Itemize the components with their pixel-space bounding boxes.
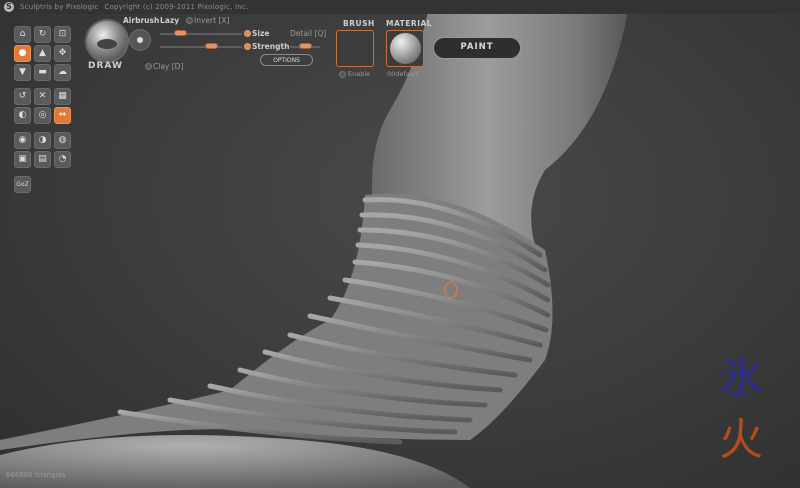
tool-icon-6-2[interactable]: ◔	[54, 151, 71, 168]
brush-name-label: DRAW	[88, 61, 123, 71]
tool-icon-4-0[interactable]: ◐	[14, 107, 31, 124]
copyright-text: Copyright (c) 2009-2011 Pixologic, Inc.	[104, 3, 249, 11]
strength-slider-track[interactable]	[160, 46, 242, 48]
tool-icon-2-2[interactable]: ☁	[54, 64, 71, 81]
detail-label: Detail [Q]	[290, 29, 327, 38]
tool-icon-0-2[interactable]: ⊡	[54, 26, 71, 43]
clay-label: Clay [D]	[153, 62, 184, 71]
invert-checkbox[interactable]	[186, 17, 193, 24]
stroke-type-button[interactable]	[129, 29, 151, 51]
brush-preview[interactable]	[85, 19, 129, 63]
brush-panel-title: BRUSH	[343, 19, 375, 28]
invert-label: Invert [X]	[194, 16, 230, 25]
tool-icon-6-0[interactable]: ▣	[14, 151, 31, 168]
tool-icon-2-0[interactable]: ▼	[14, 64, 31, 81]
detail-slider-knob[interactable]	[298, 43, 312, 49]
fire-glyph: 火	[719, 414, 763, 465]
tool-icon-5-2[interactable]: ◍	[54, 132, 71, 149]
goz-button[interactable]: GoZ	[14, 176, 31, 193]
material-slot[interactable]	[386, 30, 424, 67]
strength-label: Strength	[252, 42, 290, 51]
paint-mode-button[interactable]: PAINT	[433, 37, 521, 59]
lazy-toggle[interactable]: Lazy	[160, 16, 179, 25]
symmetry-toggle-icon[interactable]: ⇔	[54, 107, 71, 124]
size-slider-track[interactable]	[160, 33, 242, 35]
material-name-label: 00default	[387, 70, 419, 78]
tool-icon-1-2[interactable]: ✥	[54, 45, 71, 62]
size-slider-knob[interactable]	[173, 30, 187, 36]
clay-checkbox[interactable]	[145, 63, 152, 70]
tool-icon-4-1[interactable]: ◎	[34, 107, 51, 124]
tool-icon-0-1[interactable]: ↻	[34, 26, 51, 43]
draw-tool-icon[interactable]: ●	[14, 45, 31, 62]
material-panel-title: MATERIAL	[386, 19, 433, 28]
sculptris-window: S Sculptris by Pixologic Copyright (c) 2…	[0, 0, 800, 488]
material-preview-sphere	[390, 33, 421, 64]
tool-icon-6-1[interactable]: ▤	[34, 151, 51, 168]
size-label: Size	[252, 29, 270, 38]
tool-icon-3-1[interactable]: ✕	[34, 88, 51, 105]
tool-icon-2-1[interactable]: ▬	[34, 64, 51, 81]
sculptris-logo-icon: S	[4, 2, 14, 12]
ice-fire-emblem: 氷 火	[719, 352, 763, 465]
tool-icon-0-0[interactable]: ⌂	[14, 26, 31, 43]
ice-glyph: 氷	[719, 352, 763, 403]
app-title: Sculptris by Pixologic	[20, 3, 99, 11]
title-bar: S Sculptris by Pixologic Copyright (c) 2…	[0, 0, 800, 14]
brush-texture-slot[interactable]	[336, 30, 374, 67]
strength-slider-knob[interactable]	[204, 43, 218, 49]
size-dot	[244, 30, 251, 37]
tool-icon-5-0[interactable]: ◉	[14, 132, 31, 149]
triangle-count: 666666 triangles	[6, 471, 66, 479]
strength-dot	[244, 43, 251, 50]
tool-icon-5-1[interactable]: ◑	[34, 132, 51, 149]
brush-enable-label: Enable	[348, 70, 371, 78]
options-button[interactable]: OPTIONS	[260, 54, 313, 66]
airbrush-toggle[interactable]: Airbrush	[123, 16, 159, 25]
brush-enable-checkbox[interactable]	[339, 71, 346, 78]
tool-icon-3-0[interactable]: ↺	[14, 88, 31, 105]
tool-icon-1-1[interactable]: ▲	[34, 45, 51, 62]
tool-icon-3-2[interactable]: ▦	[54, 88, 71, 105]
